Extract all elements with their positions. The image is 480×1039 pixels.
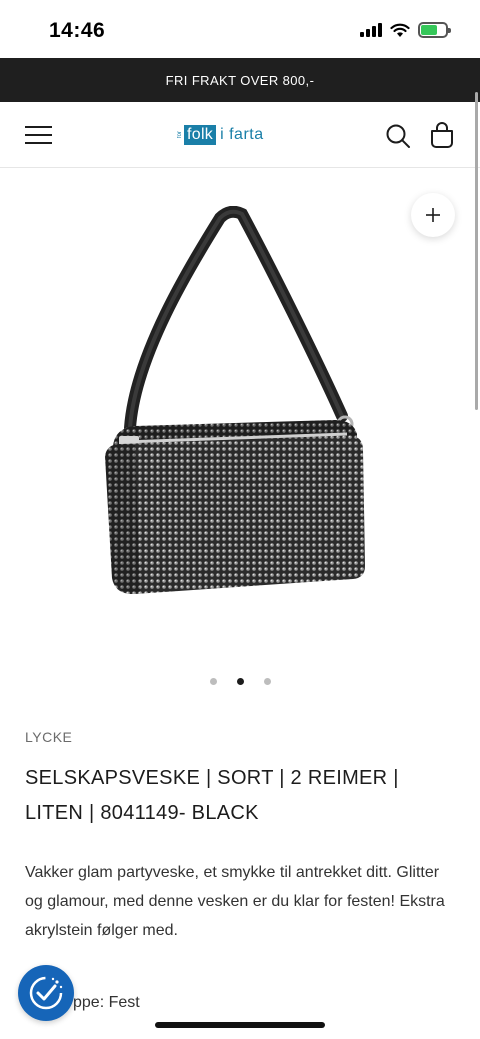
home-indicator [155,1022,325,1028]
product-description: Vakker glam partyveske, et smykke til an… [25,864,445,939]
logo-prefix: for [177,131,183,139]
plus-icon [426,208,440,222]
gallery-dot[interactable] [209,678,217,685]
cart-button[interactable] [429,121,455,149]
search-button[interactable] [385,123,411,149]
signal-icon [360,23,382,37]
product-gallery[interactable] [0,168,480,698]
site-logo[interactable]: for folk i farta [177,123,264,147]
status-bar: 14:46 [0,0,480,58]
wifi-icon [390,23,410,37]
accessibility-icon [29,976,63,1010]
product-image [105,206,365,595]
logo-rest: i farta [220,126,264,143]
gallery-pagination [0,678,480,685]
product-brand[interactable]: LYCKE [25,729,72,745]
status-time: 14:46 [49,19,106,42]
accessibility-button[interactable] [18,965,74,1021]
zoom-button[interactable] [411,193,455,237]
scrollbar[interactable] [475,92,478,410]
status-icons [360,22,451,38]
product-group-text: ppe: Fest [73,994,140,1011]
site-header: for folk i farta [0,102,480,168]
product-title: SELSKAPSVESKE | SORT | 2 REIMER | LITEN … [25,767,399,824]
logo-highlight: folk [184,125,217,145]
announcement-bar: FRI FRAKT OVER 800,- [0,58,480,102]
battery-icon [418,22,451,38]
menu-icon [25,126,52,128]
bag-icon [431,122,453,148]
gallery-dot-active[interactable] [236,678,244,685]
menu-button[interactable] [25,125,53,145]
gallery-dot[interactable] [263,678,271,685]
search-icon [386,124,410,148]
